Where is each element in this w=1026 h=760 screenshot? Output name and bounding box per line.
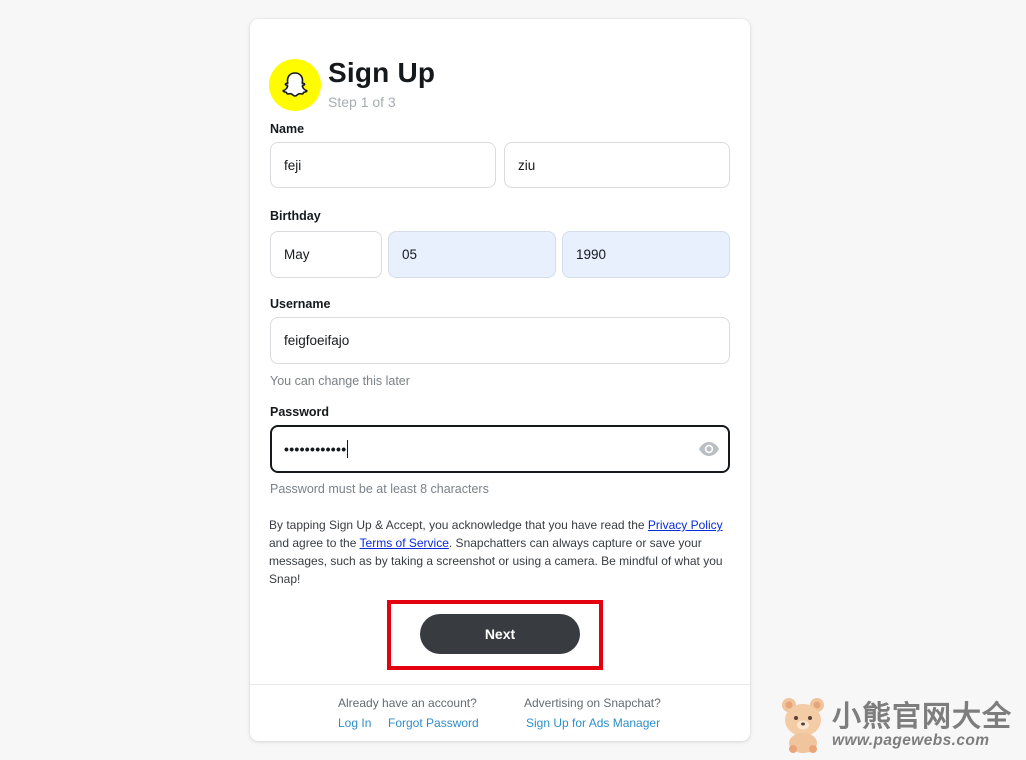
legal-middle: and agree to the (269, 536, 360, 550)
birthday-month-select[interactable]: May (270, 231, 382, 278)
birthday-year-value: 1990 (576, 247, 607, 262)
password-label: Password (270, 405, 330, 419)
birthday-day-input[interactable]: 05 (388, 231, 556, 278)
birthday-month-value: May (284, 247, 310, 262)
first-name-input[interactable]: feji (270, 142, 496, 188)
username-label: Username (270, 297, 331, 311)
first-name-value: feji (284, 157, 302, 173)
text-cursor (347, 440, 349, 458)
password-input[interactable]: •••••••••••• (270, 425, 730, 473)
ads-manager-link[interactable]: Sign Up for Ads Manager (526, 716, 660, 730)
watermark-title: 小熊官网大全 (832, 701, 1013, 733)
legal-notice: By tapping Sign Up & Accept, you acknowl… (269, 516, 731, 588)
name-label: Name (270, 122, 305, 136)
password-hint: Password must be at least 8 characters (270, 482, 489, 496)
privacy-policy-link[interactable]: Privacy Policy (648, 518, 723, 532)
last-name-input[interactable]: ziu (504, 142, 730, 188)
login-link[interactable]: Log In (338, 716, 371, 730)
signup-card: Sign Up Step 1 of 3 Name feji ziu Birthd… (250, 19, 750, 741)
legal-prefix: By tapping Sign Up & Accept, you acknowl… (269, 518, 648, 532)
password-masked-value: •••••••••••• (284, 441, 347, 457)
forgot-password-link[interactable]: Forgot Password (388, 716, 479, 730)
watermark-url: www.pagewebs.com (832, 732, 990, 749)
ads-question: Advertising on Snapchat? (524, 696, 661, 710)
next-button[interactable]: Next (420, 614, 580, 654)
birthday-day-value: 05 (402, 247, 418, 262)
terms-of-service-link[interactable]: Terms of Service (360, 536, 449, 550)
birthday-year-input[interactable]: 1990 (562, 231, 730, 278)
username-input[interactable]: feigfoeifajo (270, 317, 730, 364)
username-hint: You can change this later (270, 374, 410, 388)
eye-icon[interactable] (698, 441, 720, 457)
footer-divider (250, 684, 750, 685)
birthday-label: Birthday (270, 209, 321, 223)
step-indicator: Step 1 of 3 (328, 94, 396, 110)
page-title: Sign Up (328, 57, 436, 88)
username-value: feigfoeifajo (284, 333, 350, 348)
account-question: Already have an account? (338, 696, 477, 710)
bear-icon (782, 698, 824, 753)
snapchat-ghost-icon (269, 59, 321, 111)
watermark: 小熊官网大全 www.pagewebs.com (778, 693, 1023, 755)
last-name-value: ziu (518, 157, 536, 173)
